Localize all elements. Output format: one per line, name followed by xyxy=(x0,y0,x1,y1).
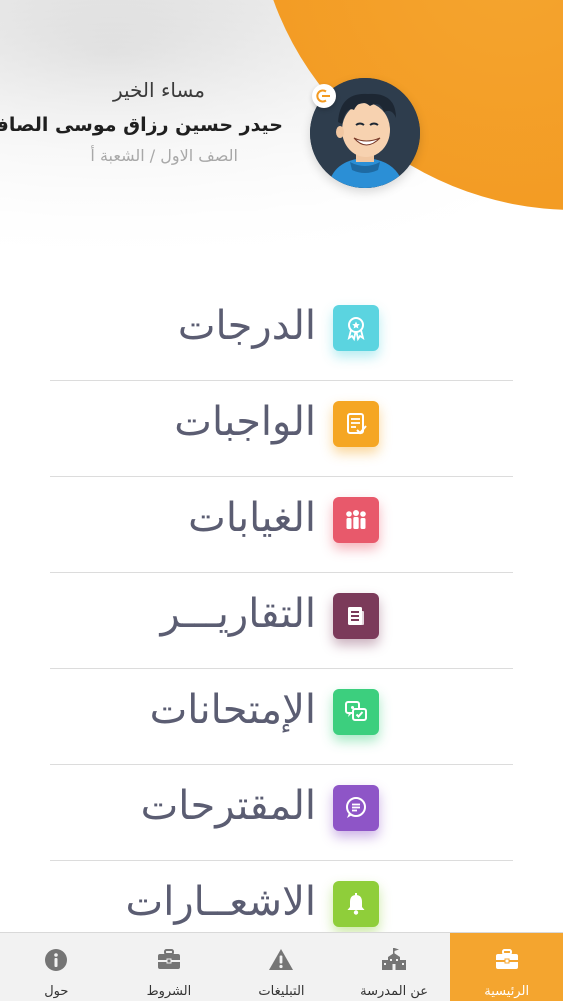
tab-about-school[interactable]: عن المدرسة xyxy=(338,933,451,1001)
tab-label: الشروط xyxy=(146,984,192,999)
tab-label: عن المدرسة xyxy=(360,984,428,999)
menu-item-label: التقاريـــر xyxy=(160,591,316,637)
report-icon xyxy=(333,593,379,639)
exam-icon xyxy=(333,689,379,735)
menu-item-label: الإمتحانات xyxy=(149,687,316,733)
menu-item-reports[interactable]: التقاريـــر xyxy=(50,573,513,669)
student-name: حيدر حسين رزاق موسى الصافى xyxy=(0,114,283,136)
menu-item-label: الواجبات xyxy=(174,399,316,445)
bottom-tab-bar: حول الشروط التبليغات عن المدرسة الرئيسية xyxy=(0,932,563,1001)
homework-icon xyxy=(333,401,379,447)
tab-label: التبليغات xyxy=(258,984,305,999)
bell-icon xyxy=(333,881,379,927)
class-name: الصف الاول / الشعبة أ xyxy=(90,146,238,165)
tab-notices[interactable]: التبليغات xyxy=(225,933,338,1001)
menu-item-label: الغيابات xyxy=(188,495,316,541)
profile-header: مساء الخير حيدر حسين رزاق موسى الصافى ال… xyxy=(0,0,563,260)
school-icon xyxy=(382,948,407,970)
menu-item-suggestions[interactable]: المقترحات xyxy=(50,765,513,861)
warning-icon xyxy=(269,949,294,970)
tab-home[interactable]: الرئيسية xyxy=(450,933,563,1001)
menu-item-absences[interactable]: الغيابات xyxy=(50,477,513,573)
menu-item-label: المقترحات xyxy=(140,783,316,829)
menu-item-grades[interactable]: الدرجات xyxy=(50,285,513,381)
main-menu: الدرجات الواجبات الغيابات التقاريـــر ال… xyxy=(50,285,513,956)
menu-item-homework[interactable]: الواجبات xyxy=(50,381,513,477)
people-icon xyxy=(333,497,379,543)
info-icon xyxy=(45,949,68,971)
tab-about[interactable]: حول xyxy=(0,933,113,1001)
tab-label: حول xyxy=(44,984,69,999)
briefcase-icon xyxy=(157,949,180,969)
greeting-text: مساء الخير xyxy=(112,78,205,102)
tab-label: الرئيسية xyxy=(484,984,530,999)
home-briefcase-icon xyxy=(495,949,518,969)
logout-icon xyxy=(316,89,330,103)
menu-item-label: الاشعــارات xyxy=(125,879,316,925)
chat-icon xyxy=(333,785,379,831)
menu-item-exams[interactable]: الإمتحانات xyxy=(50,669,513,765)
tab-terms[interactable]: الشروط xyxy=(113,933,226,1001)
logout-button[interactable] xyxy=(312,84,336,108)
award-icon xyxy=(333,305,379,351)
menu-item-label: الدرجات xyxy=(177,303,316,349)
